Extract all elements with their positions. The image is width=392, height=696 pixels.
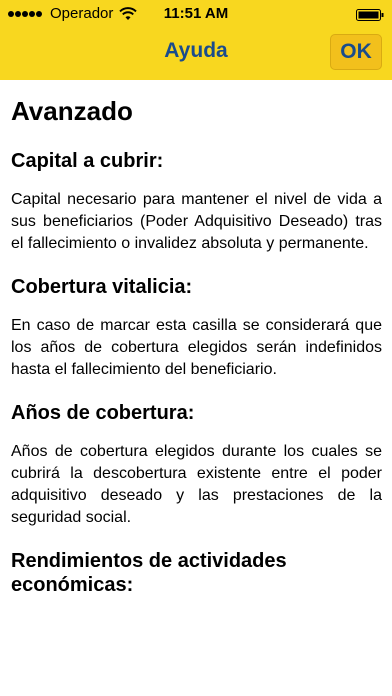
cobertura-vitalicia-text: En caso de marcar esta casilla se consid… [11, 317, 382, 379]
status-bar: Operador 11:51 AM [0, 0, 392, 28]
capital-title: Capital a cubrir: [11, 150, 164, 173]
status-time: 11:51 AM [163, 5, 229, 22]
nav-header: Operador 11:51 AM Ayuda OK [0, 0, 392, 80]
anos-cobertura-text: Años de cobertura elegidos durante los c… [11, 443, 382, 527]
help-content: Avanzado Capital a cubrir: Capital neces… [11, 96, 382, 613]
rendimientos-title: Rendimientos de actividades económicas: [11, 550, 287, 597]
cobertura-vitalicia-title: Cobertura vitalicia: [11, 276, 193, 299]
section-heading: Avanzado [11, 96, 133, 126]
capital-text: Capital necesario para mantener el nivel… [11, 191, 382, 253]
anos-cobertura-title: Años de cobertura: [11, 402, 195, 425]
battery-icon [356, 8, 384, 21]
ok-button[interactable]: OK [330, 34, 382, 70]
